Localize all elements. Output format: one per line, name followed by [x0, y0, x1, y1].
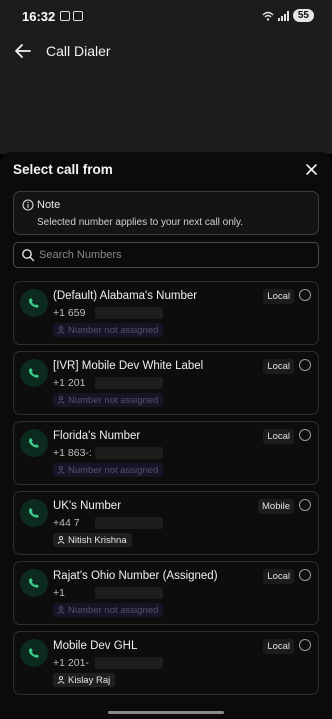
phone-icon	[29, 578, 39, 588]
status-notification-icons	[60, 11, 83, 21]
status-time: 16:32	[22, 9, 56, 24]
status-bar: 16:32 55	[0, 0, 332, 34]
number-type-badge: Local	[263, 289, 294, 304]
redacted-digits	[95, 377, 163, 389]
assignee-chip: Number not assigned	[53, 603, 164, 617]
screenshot-icon	[60, 11, 70, 21]
phone-number: +44 7	[53, 517, 80, 529]
battery-level: 55	[292, 9, 314, 22]
phone-avatar	[20, 569, 48, 597]
assignee-chip: Nitish Krishna	[53, 533, 132, 547]
note-text: Selected number applies to your next cal…	[37, 217, 244, 228]
person-icon	[57, 606, 65, 614]
phone-icon	[29, 438, 39, 448]
search-box[interactable]	[13, 242, 319, 268]
number-type-badge: Local	[263, 359, 294, 374]
number-name: UK's Number	[53, 500, 122, 512]
number-type-badge: Local	[263, 569, 294, 584]
search-input[interactable]	[39, 245, 309, 265]
number-name: (Default) Alabama's Number	[53, 290, 198, 302]
select-radio[interactable]	[299, 359, 311, 371]
number-card[interactable]: [IVR] Mobile Dev White Label +1 201 Local N…	[13, 351, 319, 415]
redacted-digits	[95, 517, 163, 529]
status-system-icons: 55	[262, 9, 314, 22]
person-icon	[57, 466, 65, 474]
back-arrow-icon[interactable]	[14, 42, 32, 60]
number-name: Florida's Number	[53, 430, 141, 442]
number-card[interactable]: (Default) Alabama's Number +1 659 Local Num…	[13, 281, 319, 345]
person-icon	[57, 676, 65, 684]
select-radio[interactable]	[299, 429, 311, 441]
assignee-label: Number not assigned	[68, 604, 159, 616]
assignee-chip: Number not assigned	[53, 323, 164, 337]
note-box: Note Selected number applies to your nex…	[13, 191, 319, 235]
phone-avatar	[20, 639, 48, 667]
phone-number: +1 201-	[53, 657, 89, 669]
redacted-digits	[95, 587, 163, 599]
number-name: [IVR] Mobile Dev White Label	[53, 360, 204, 372]
select-number-sheet: Select call from Note Selected number ap…	[0, 152, 332, 719]
number-card[interactable]: Mobile Dev GHL +1 201- Local Kislay Raj	[13, 631, 319, 695]
assignee-label: Nitish Krishna	[68, 534, 127, 546]
redacted-digits	[95, 307, 163, 319]
calendar-icon	[73, 11, 83, 21]
person-icon	[57, 536, 65, 544]
number-type-badge: Local	[263, 639, 294, 654]
assignee-label: Number not assigned	[68, 394, 159, 406]
number-name: Rajat's Ohio Number (Assigned)	[53, 570, 218, 582]
phone-avatar	[20, 429, 48, 457]
phone-icon	[29, 508, 39, 518]
assignee-label: Kislay Raj	[68, 674, 111, 686]
note-title: Note	[37, 199, 61, 211]
assignee-label: Number not assigned	[68, 324, 159, 336]
info-icon	[22, 199, 34, 211]
select-radio[interactable]	[299, 639, 311, 651]
app-bar: Call Dialer	[0, 34, 332, 154]
person-icon	[57, 326, 65, 334]
phone-avatar	[20, 359, 48, 387]
assignee-chip: Number not assigned	[53, 393, 164, 407]
number-card[interactable]: Florida's Number +1 863-: Local Number not …	[13, 421, 319, 485]
redacted-digits	[95, 657, 163, 669]
signal-icon	[277, 10, 289, 21]
select-radio[interactable]	[299, 569, 311, 581]
phone-icon	[29, 368, 39, 378]
phone-icon	[29, 648, 39, 658]
phone-number: +1 863-:	[53, 447, 92, 459]
sheet-title: Select call from	[13, 162, 113, 177]
redacted-digits	[95, 447, 163, 459]
number-type-badge: Local	[263, 429, 294, 444]
assignee-chip: Kislay Raj	[53, 673, 116, 687]
number-type-badge: Mobile	[258, 499, 294, 514]
select-radio[interactable]	[299, 499, 311, 511]
close-icon[interactable]	[305, 163, 318, 176]
phone-number: +1	[53, 587, 65, 599]
number-card[interactable]: Rajat's Ohio Number (Assigned) +1 Local Num…	[13, 561, 319, 625]
phone-icon	[29, 298, 39, 308]
phone-number: +1 201	[53, 377, 86, 389]
phone-avatar	[20, 499, 48, 527]
phone-number: +1 659	[53, 307, 86, 319]
assignee-label: Number not assigned	[68, 464, 159, 476]
number-name: Mobile Dev GHL	[53, 640, 138, 652]
page-title: Call Dialer	[46, 43, 111, 59]
wifi-icon	[262, 11, 274, 21]
select-radio[interactable]	[299, 289, 311, 301]
assignee-chip: Number not assigned	[53, 463, 164, 477]
home-indicator[interactable]	[108, 711, 224, 714]
phone-avatar	[20, 289, 48, 317]
search-icon	[22, 249, 35, 262]
person-icon	[57, 396, 65, 404]
number-card[interactable]: UK's Number +44 7 Mobile Nitish Krishna	[13, 491, 319, 555]
